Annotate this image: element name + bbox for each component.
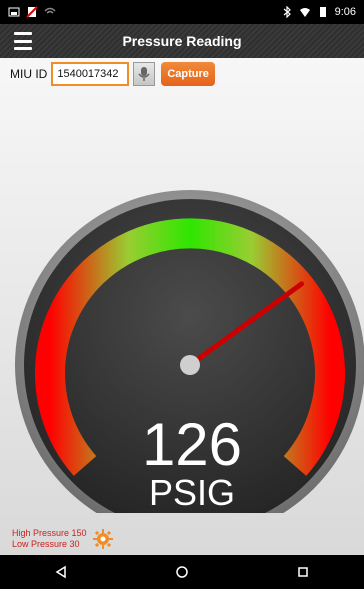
pressure-limits: High Pressure 150 Low Pressure 30	[12, 528, 113, 550]
limits-text: High Pressure 150 Low Pressure 30	[12, 528, 87, 550]
gauge-unit: PSIG	[149, 472, 235, 513]
page-title: Pressure Reading	[122, 33, 242, 49]
gallery-icon	[8, 7, 20, 17]
miu-id-input[interactable]	[51, 62, 130, 86]
voice-input-button[interactable]	[133, 62, 156, 86]
recents-icon	[298, 567, 309, 577]
bluetooth-icon	[283, 6, 291, 18]
no-sim-icon	[26, 6, 38, 18]
system-nav-bar	[0, 555, 364, 589]
status-bar: 9:06	[0, 0, 364, 24]
wifi-icon	[299, 8, 310, 17]
battery-icon	[319, 7, 326, 17]
back-icon	[55, 565, 66, 579]
miu-id-label: MIU ID	[10, 67, 48, 81]
wifi-off-icon	[44, 7, 56, 14]
pressure-gauge: 126 PSIG	[15, 190, 364, 513]
main-content: MIU ID Capture	[0, 58, 364, 555]
status-right-icons: 9:06	[281, 6, 356, 18]
low-pressure-label: Low Pressure 30	[12, 539, 80, 549]
microphone-icon	[138, 67, 150, 81]
app-bar: Pressure Reading	[0, 24, 364, 58]
home-icon	[176, 566, 188, 578]
back-button[interactable]	[49, 560, 73, 584]
status-left-icons	[8, 6, 56, 18]
needle-hub	[180, 355, 200, 375]
home-button[interactable]	[170, 560, 194, 584]
capture-button[interactable]: Capture	[161, 62, 215, 86]
clock: 9:06	[334, 6, 356, 18]
menu-icon[interactable]	[14, 32, 32, 50]
high-pressure-label: High Pressure 150	[12, 528, 87, 538]
recents-button[interactable]	[291, 560, 315, 584]
gauge-value: 126	[142, 411, 242, 478]
gear-icon[interactable]	[92, 529, 113, 549]
miu-toolbar: MIU ID Capture	[10, 62, 215, 86]
